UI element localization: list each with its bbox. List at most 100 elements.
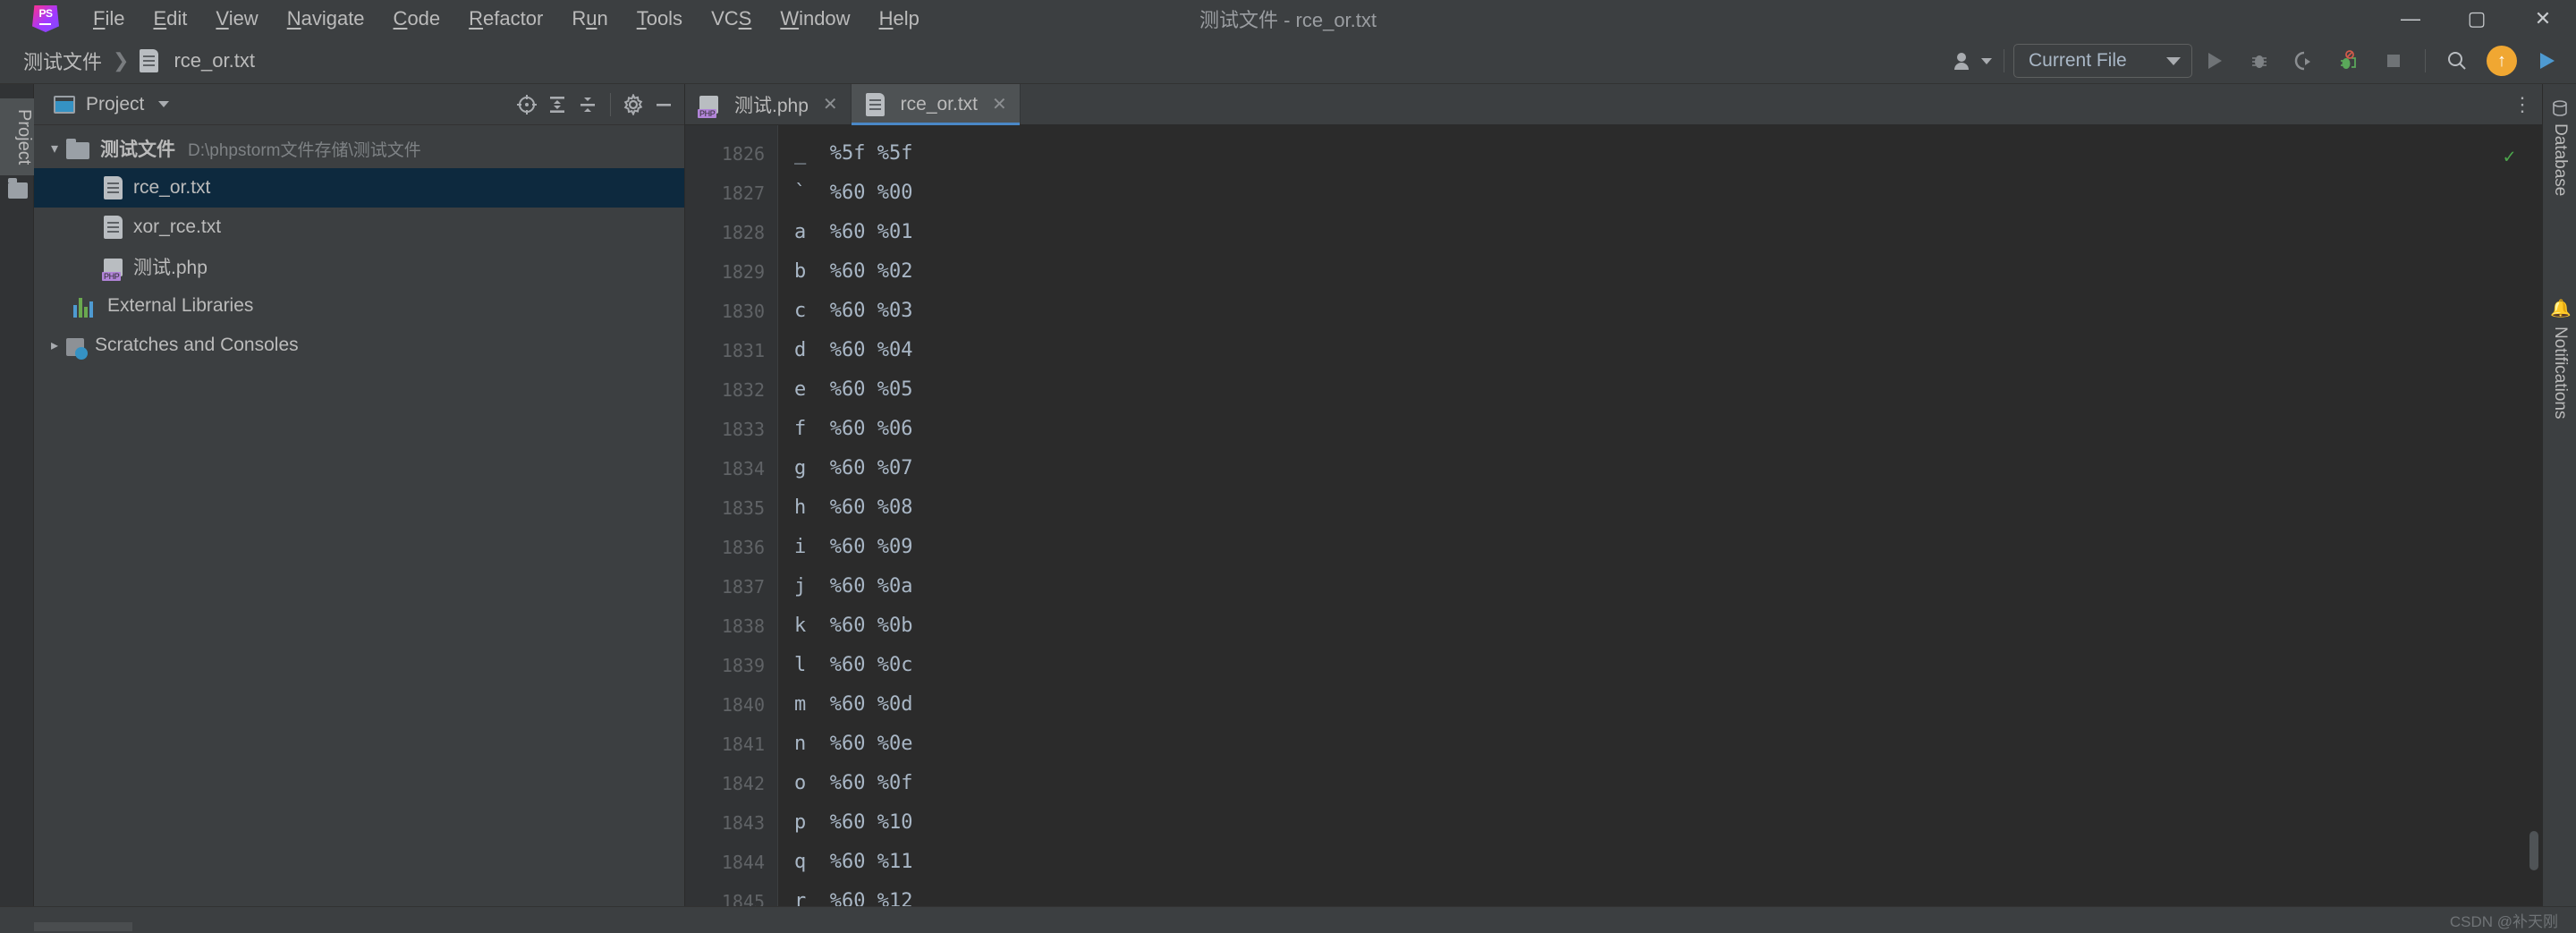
notifications-label: Notifications [2551, 327, 2570, 420]
menu-run[interactable]: Run [557, 0, 622, 38]
user-avatar-icon[interactable] [1950, 38, 1995, 84]
menu-view[interactable]: View [201, 0, 272, 38]
code-line: k %60 %0b [794, 615, 913, 637]
logo-text: PS [38, 7, 53, 20]
structure-folder-icon[interactable] [8, 178, 28, 199]
code-line: r %60 %12 [794, 890, 913, 906]
close-button[interactable]: ✕ [2510, 0, 2576, 38]
status-bar: CSDN @补天刚 [0, 906, 2576, 933]
tab-rce-or-txt[interactable]: rce_or.txt ✕ [851, 84, 1021, 125]
tree-row[interactable]: Scratches and Consoles [34, 326, 684, 365]
tree-row[interactable]: External Libraries [34, 286, 684, 326]
menu-refactor[interactable]: Refactor [454, 0, 557, 38]
locate-icon[interactable] [512, 84, 542, 125]
breadcrumb-separator: ❯ [113, 48, 130, 72]
debug-icon[interactable] [2237, 38, 2282, 84]
chevron-down-icon[interactable] [158, 101, 170, 107]
tree-row[interactable]: 测试.php [34, 247, 684, 286]
menu-help[interactable]: Help [865, 0, 934, 38]
menu-vcs[interactable]: VCS [697, 0, 766, 38]
nav-toolbar: Current File ↑ [1950, 38, 2576, 84]
tree-item-label: External Libraries [107, 295, 254, 316]
menu-navigate[interactable]: Navigate [273, 0, 379, 38]
tree-item-label: 测试.php [133, 258, 208, 278]
run-config-label: Current File [2029, 50, 2127, 71]
code-line: m %60 %0d [794, 693, 913, 716]
tab-label: 测试.php [734, 95, 809, 116]
editor-area: 测试.php ✕ rce_or.txt ✕ ⋮ 1826 1827 1828 1… [685, 84, 2542, 906]
run-with-coverage-icon[interactable] [2282, 38, 2326, 84]
code-line: d %60 %04 [794, 339, 913, 361]
left-tool-strip: Project [0, 84, 34, 906]
sidebar-item-database[interactable]: Database [2543, 91, 2576, 196]
line-number: 1833 [721, 419, 765, 440]
phpstorm-logo-icon: PS [32, 5, 59, 32]
ide-run-play-icon[interactable] [2524, 38, 2569, 84]
sidebar-item-notifications[interactable]: 🔔 Notifications [2543, 290, 2576, 420]
code-line: p %60 %10 [794, 811, 913, 834]
title-bar: PS File Edit View Navigate Code Refactor… [0, 0, 2576, 38]
inspection-status-icon[interactable]: ✓ [2504, 138, 2515, 177]
close-icon[interactable]: ✕ [823, 93, 838, 115]
text-file-icon [865, 92, 885, 116]
more-options-icon[interactable]: ⋮ [2512, 93, 2533, 116]
libraries-icon [73, 296, 97, 318]
navigation-bar: 测试文件 ❯ rce_or.txt Current File ↑ [0, 38, 2576, 84]
close-icon[interactable]: ✕ [992, 93, 1007, 115]
line-number: 1837 [721, 576, 765, 598]
menu-file[interactable]: File [79, 0, 139, 38]
profiler-icon[interactable] [2326, 38, 2371, 84]
minimize-button[interactable]: — [2377, 0, 2444, 38]
collapse-all-icon[interactable] [572, 84, 603, 125]
tree-row[interactable]: 测试文件 D:\phpstorm文件存储\测试文件 [34, 129, 684, 168]
settings-gear-icon[interactable] [618, 84, 648, 125]
window-controls: — ▢ ✕ [2377, 0, 2576, 38]
menu-window[interactable]: Window [766, 0, 864, 38]
code-viewport[interactable]: 1826 1827 1828 1829 1830 1831 1832 1833 … [685, 125, 2542, 906]
code-line: g %60 %07 [794, 457, 913, 479]
code-text[interactable]: _ %5f %5f ` %60 %00 a %60 %01 b %60 %02 … [778, 125, 2542, 906]
line-number: 1839 [721, 655, 765, 676]
line-number: 1840 [721, 694, 765, 716]
code-line: c %60 %03 [794, 300, 913, 322]
breadcrumb-project[interactable]: 测试文件 [23, 47, 102, 75]
database-label: Database [2551, 123, 2570, 197]
tree-item-label: 测试文件 [100, 140, 175, 160]
ide-update-badge[interactable]: ↑ [2479, 38, 2524, 84]
menu-code[interactable]: Code [379, 0, 455, 38]
line-number: 1827 [721, 182, 765, 204]
chevron-down-icon[interactable] [43, 140, 66, 157]
project-panel-title: Project [86, 93, 145, 115]
tree-row[interactable]: xor_rce.txt [34, 208, 684, 247]
stop-icon[interactable] [2371, 38, 2416, 84]
run-configuration-selector[interactable]: Current File [2013, 44, 2192, 78]
menu-edit[interactable]: Edit [139, 0, 201, 38]
tree-item-label: Scratches and Consoles [95, 335, 299, 355]
line-number: 1838 [721, 615, 765, 637]
code-line: e %60 %05 [794, 378, 913, 401]
sidebar-item-project[interactable]: Project [0, 98, 34, 176]
line-number: 1844 [721, 852, 765, 873]
editor-scrollbar-thumb[interactable] [2529, 831, 2538, 870]
database-icon [2550, 100, 2570, 116]
run-icon[interactable] [2192, 38, 2237, 84]
hide-panel-icon[interactable] [648, 84, 679, 125]
breadcrumb-file[interactable]: rce_or.txt [140, 48, 255, 72]
menu-tools[interactable]: Tools [623, 0, 697, 38]
expand-all-icon[interactable] [542, 84, 572, 125]
tab-label: rce_or.txt [900, 93, 979, 115]
folder-icon [66, 138, 89, 159]
code-line: a %60 %01 [794, 221, 913, 243]
code-line: ` %60 %00 [794, 182, 913, 204]
chevron-right-icon[interactable] [43, 336, 66, 354]
search-everywhere-icon[interactable] [2435, 38, 2479, 84]
tree-item-label: rce_or.txt [133, 177, 211, 198]
editor-tab-actions: ⋮ [2512, 84, 2542, 125]
tree-row[interactable]: rce_or.txt [34, 168, 684, 208]
tab-php-file[interactable]: 测试.php ✕ [685, 84, 852, 124]
maximize-button[interactable]: ▢ [2444, 0, 2510, 38]
breadcrumb-file-label: rce_or.txt [174, 48, 255, 72]
code-line: j %60 %0a [794, 575, 913, 598]
line-number: 1843 [721, 812, 765, 834]
line-number: 1842 [721, 773, 765, 794]
